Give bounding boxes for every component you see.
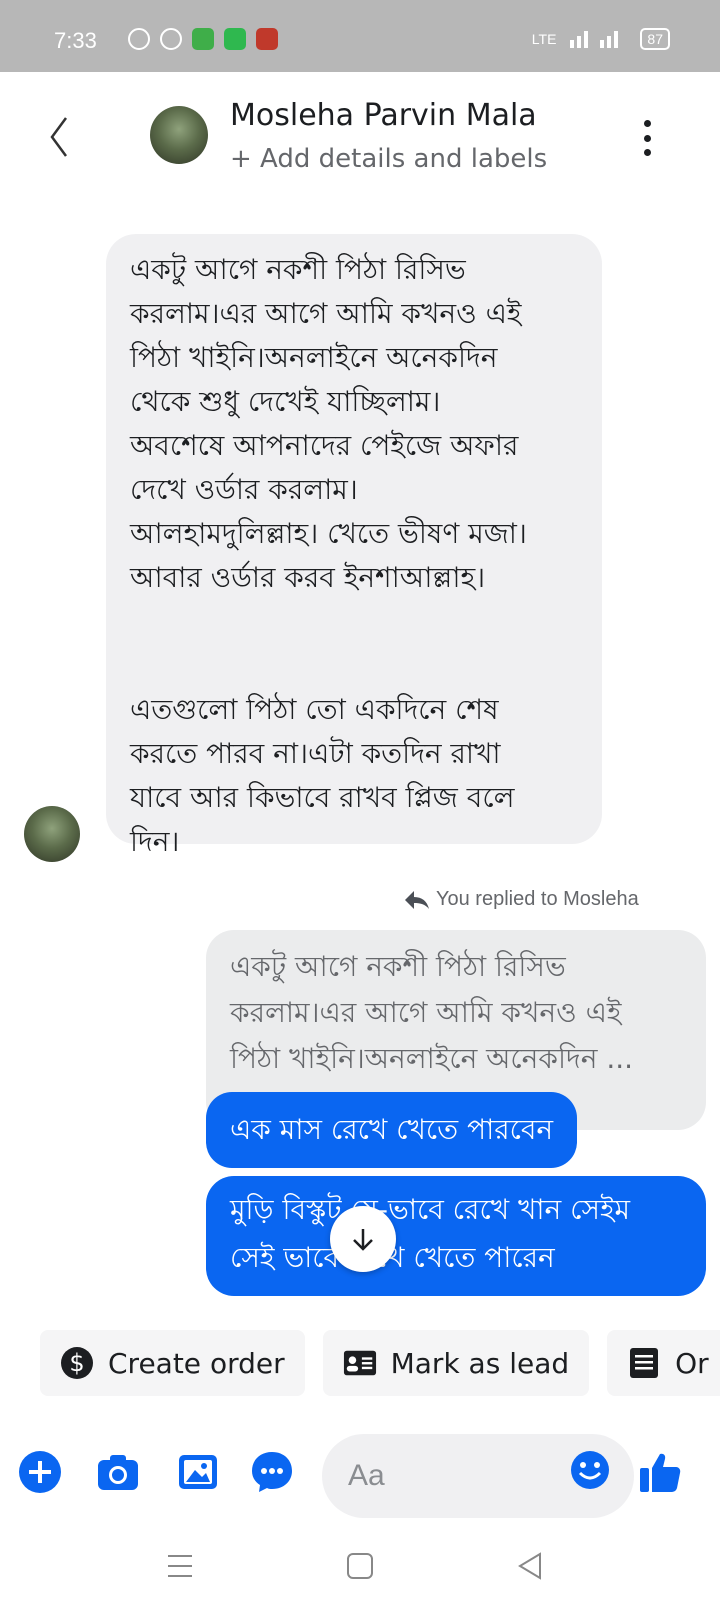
network-type: LTE <box>531 30 557 47</box>
svg-text:$: $ <box>69 1349 84 1377</box>
notification-icons <box>128 28 278 50</box>
contact-name[interactable]: Mosleha Parvin Mala <box>230 98 537 133</box>
chat-bubble-icon <box>252 1452 292 1492</box>
emoji-button[interactable] <box>570 1450 610 1490</box>
chip-label: Or <box>675 1346 709 1380</box>
triangle-back-icon <box>518 1552 541 1580</box>
orders-button[interactable]: Or <box>607 1330 720 1396</box>
outgoing-message[interactable]: মুড়ি বিস্কুট যে-ভাবে রেখে খান সেইম সেই … <box>206 1176 706 1296</box>
like-button[interactable] <box>638 1450 682 1494</box>
image-icon <box>179 1455 217 1489</box>
add-button[interactable] <box>18 1450 62 1494</box>
more-dot-icon <box>643 134 651 142</box>
status-time: 7:33 <box>54 28 97 53</box>
signal-icon <box>568 26 628 51</box>
back-button[interactable] <box>40 112 80 162</box>
contact-card-icon <box>343 1346 377 1380</box>
contact-avatar[interactable] <box>150 106 208 164</box>
plus-icon <box>19 1451 61 1493</box>
system-navigation-bar <box>0 1530 720 1600</box>
gallery-button[interactable] <box>176 1450 220 1494</box>
more-dot-icon <box>643 120 651 127</box>
scroll-down-button[interactable] <box>330 1206 396 1272</box>
reply-arrow-icon <box>405 890 429 909</box>
reply-indicator: You replied to Mosleha <box>404 888 639 911</box>
chat-app-icon <box>224 28 246 50</box>
dollar-icon: $ <box>60 1346 94 1380</box>
messenger-icon <box>128 28 150 50</box>
sender-avatar[interactable] <box>24 806 80 862</box>
app-icon <box>256 28 278 50</box>
status-bar: 7:33 LTE 87 <box>0 0 720 72</box>
chip-label: Mark as lead <box>390 1346 570 1380</box>
incoming-message[interactable]: একটু আগে নকশী পিঠা রিসিভ করলাম।এর আগে আম… <box>106 234 602 858</box>
conversation-header: Mosleha Parvin Mala + Add details and la… <box>0 72 720 207</box>
arrow-down-icon <box>353 1229 373 1251</box>
chip-label: Create order <box>108 1346 285 1380</box>
reply-label: You replied to Mosleha <box>436 888 639 910</box>
home-button[interactable] <box>340 1548 380 1584</box>
back-nav-button[interactable] <box>510 1548 550 1584</box>
message-composer: Aa <box>0 1420 720 1530</box>
menu-icon <box>168 1555 192 1577</box>
add-details-link[interactable]: + Add details and labels <box>230 144 547 174</box>
list-icon <box>627 1346 661 1380</box>
thumbs-up-icon <box>640 1453 681 1492</box>
square-icon <box>347 1553 373 1579</box>
app-icon <box>192 28 214 50</box>
camera-icon <box>98 1455 138 1490</box>
create-order-button[interactable]: $ Create order <box>40 1330 305 1396</box>
battery-icon: 87 <box>640 27 670 50</box>
smiley-icon <box>571 1451 609 1489</box>
more-dot-icon <box>643 149 651 156</box>
system-indicators: LTE 87 <box>532 26 670 51</box>
outgoing-message[interactable]: এক মাস রেখে খেতে পারবেন <box>206 1092 578 1168</box>
more-options-button[interactable] <box>640 120 654 156</box>
camera-button[interactable] <box>96 1450 140 1494</box>
mark-as-lead-button[interactable]: Mark as lead <box>322 1330 590 1396</box>
chevron-left-icon <box>50 117 68 157</box>
circle-arrow-icon <box>160 28 182 50</box>
chat-extras-button[interactable] <box>250 1450 294 1494</box>
quick-actions: $ Create order Mark as lead Or <box>40 1330 720 1396</box>
recent-apps-button[interactable] <box>160 1548 200 1584</box>
